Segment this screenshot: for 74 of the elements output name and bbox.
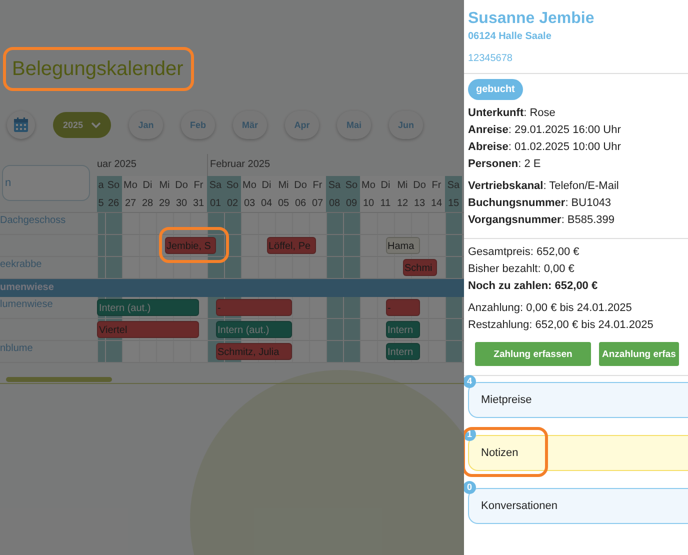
detail-line: Personen: 2 E <box>468 157 542 172</box>
day-header: So 09 <box>343 176 360 212</box>
day-header: Di 28 <box>139 176 156 212</box>
booking-info-line: Vertriebskanal: Telefon/E-Mail <box>468 179 620 194</box>
payment-button[interactable]: Zahlung erfassen <box>475 342 591 366</box>
status-badge: gebucht <box>468 79 523 100</box>
day-header: Mo 27 <box>122 176 139 212</box>
day-header: Fr 31 <box>190 176 207 212</box>
count-badge: 4 <box>464 375 476 388</box>
guest-phone[interactable]: 12345678 <box>468 53 688 64</box>
payment-button[interactable]: Anzahlung erfas <box>599 342 679 366</box>
payment-line: Anzahlung: 0,00 € bis 24.01.2025 <box>468 301 633 316</box>
day-header: Di 11 <box>377 176 394 212</box>
day-header: Mo 03 <box>241 176 258 212</box>
day-header: Mi 29 <box>156 176 173 212</box>
room-label: lumenwiese <box>0 299 53 310</box>
day-header: Do 30 <box>173 176 190 212</box>
month-button[interactable]: Apr <box>285 111 319 139</box>
price-line: Bisher bezahlt: 0,00 € <box>468 262 576 277</box>
day-header: So 02 <box>224 176 241 212</box>
search-field[interactable]: n <box>2 165 90 201</box>
booking-bar[interactable]: Löffel, Pe <box>266 237 316 254</box>
calendar-icon <box>13 117 29 133</box>
month-header: uar 2025 <box>97 158 138 172</box>
booking-bar[interactable]: Intern (aut.) <box>97 299 198 316</box>
booking-bar[interactable]: Intern <box>386 321 420 338</box>
month-button[interactable]: Jan <box>129 111 163 139</box>
booking-bar[interactable]: Schmi <box>402 259 436 276</box>
day-header: Fr 14 <box>428 176 445 212</box>
booking-bar[interactable]: - <box>216 299 292 316</box>
day-header: Mi 12 <box>394 176 411 212</box>
guest-city: 06124 Halle Saale <box>468 31 552 42</box>
day-header: Di 04 <box>258 176 275 212</box>
booking-info-line: Vorgangsnummer: B585.399 <box>468 213 616 228</box>
calendar-button[interactable] <box>7 111 35 139</box>
price-line: Noch zu zahlen: 652,00 € <box>468 279 599 294</box>
count-badge: 0 <box>464 481 476 494</box>
room-label: Dachgeschoss <box>0 215 66 226</box>
highlight-outline <box>159 227 229 263</box>
month-button[interactable]: Mai <box>337 111 371 139</box>
booking-bar[interactable]: - <box>386 299 420 316</box>
booking-bar[interactable]: Jembie, S <box>164 237 216 254</box>
booking-info-line: Buchungsnummer: BU1043 <box>468 196 612 211</box>
day-header: a 5 <box>97 176 105 212</box>
detail-line: Abreise: 01.02.2025 10:00 Uhr <box>468 140 622 155</box>
detail-line: Anreise: 29.01.2025 16:00 Uhr <box>468 123 622 138</box>
day-header: Sa 01 <box>207 176 224 212</box>
payment-line: Restzahlung: 652,00 € bis 24.01.2025 <box>468 318 654 333</box>
booking-bar[interactable]: Intern <box>386 343 420 360</box>
guest-name: Susanne Jembie <box>468 10 596 28</box>
booking-bar[interactable]: Hama <box>386 237 420 254</box>
chevron-down-icon <box>91 122 102 128</box>
booking-bar[interactable]: Intern (aut.) <box>216 321 292 338</box>
day-header: So 26 <box>105 176 122 212</box>
scrollbar-thumb[interactable] <box>6 377 112 382</box>
day-header: Sa 08 <box>326 176 343 212</box>
day-header: Fr 07 <box>309 176 326 212</box>
month-button[interactable]: Feb <box>181 111 215 139</box>
day-header: Do 06 <box>292 176 309 212</box>
booking-bar[interactable]: Schmitz, Julia <box>216 343 292 360</box>
year-dropdown[interactable]: 2025 <box>53 112 111 138</box>
detail-line: Unterkunft: Rose <box>468 106 556 121</box>
room-label: nblume <box>0 343 33 354</box>
day-header: Sa 15 <box>445 176 462 212</box>
page-title: Belegungskalender <box>12 57 184 82</box>
booking-bar[interactable]: Viertel <box>97 321 198 338</box>
day-header: Do 13 <box>411 176 428 212</box>
day-header: Mi 05 <box>275 176 292 212</box>
room-label: eekrabbe <box>0 259 42 270</box>
price-line: Gesamtpreis: 652,00 € <box>468 245 580 260</box>
month-button[interactable]: Jun <box>389 111 423 139</box>
month-button[interactable]: Mär <box>233 111 267 139</box>
day-header: Mo 10 <box>360 176 377 212</box>
group-header: umenwiese <box>0 279 464 297</box>
